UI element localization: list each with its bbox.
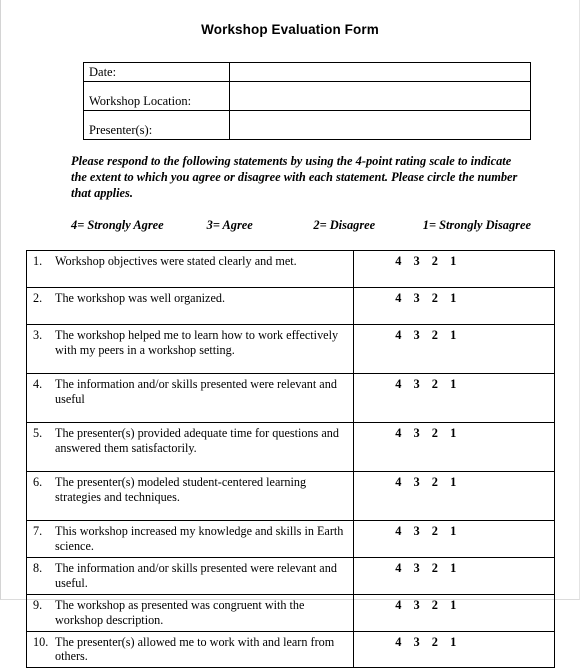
statement-cell: 7. This workshop increased my knowledge …	[26, 520, 354, 558]
statement-number: 9.	[33, 597, 43, 612]
table-row: 3. The workshop helped me to learn how t…	[26, 324, 555, 375]
statement-cell: 3. The workshop helped me to learn how t…	[26, 324, 354, 375]
table-row: 7. This workshop increased my knowledge …	[26, 520, 555, 558]
table-row: 8. The information and/or skills present…	[26, 557, 555, 595]
statement-cell: 6. The presenter(s) modeled student-cent…	[26, 471, 354, 522]
document-page: Workshop Evaluation Form Date: Workshop …	[0, 0, 580, 668]
statement-text: The presenter(s) allowed me to work with…	[55, 634, 335, 664]
statement-number: 1.	[33, 254, 43, 269]
info-label-presenters: Presenter(s):	[83, 110, 230, 140]
rating-cell[interactable]: 4 3 2 1	[353, 287, 555, 326]
statement-cell: 5. The presenter(s) provided adequate ti…	[26, 422, 354, 473]
statement-number: 6.	[33, 475, 43, 490]
table-row: Workshop Location:	[83, 81, 531, 111]
statement-text: The presenter(s) provided adequate time …	[55, 426, 339, 456]
info-field-location[interactable]	[229, 81, 531, 111]
workshop-info-table: Date: Workshop Location: Presenter(s):	[83, 62, 531, 140]
table-row: 4. The information and/or skills present…	[26, 373, 555, 424]
statement-text: The information and/or skills presented …	[55, 561, 337, 590]
statement-number: 10.	[33, 634, 49, 649]
statement-text: The workshop was well organized.	[55, 291, 226, 306]
rating-options[interactable]: 4 3 2 1	[395, 561, 513, 575]
statement-number: 3.	[33, 328, 43, 343]
statements-table: 1. Workshop objectives were stated clear…	[26, 250, 555, 668]
table-row: Date:	[83, 62, 531, 82]
rating-options[interactable]: 4 3 2 1	[395, 328, 513, 342]
info-field-date[interactable]	[229, 62, 531, 82]
rating-scale-legend: 4= Strongly Agree 3= Agree 2= Disagree 1…	[71, 218, 531, 233]
instructions-text: Please respond to the following statemen…	[71, 154, 518, 200]
statement-number: 7.	[33, 524, 43, 539]
rating-cell[interactable]: 4 3 2 1	[353, 471, 555, 522]
table-row: Presenter(s):	[83, 110, 531, 140]
rating-cell[interactable]: 4 3 2 1	[353, 324, 555, 375]
statement-text: This workshop increased my knowledge and…	[55, 524, 344, 554]
rating-options[interactable]: 4 3 2 1	[395, 291, 513, 305]
statement-cell: 8. The information and/or skills present…	[26, 557, 354, 595]
statement-cell: 2. The workshop was well organized.	[26, 287, 354, 326]
rating-cell[interactable]: 4 3 2 1	[353, 373, 555, 424]
statement-text: Workshop objectives were stated clearly …	[55, 254, 297, 269]
scale-legend-4: 4= Strongly Agree	[71, 218, 164, 233]
table-row: 2. The workshop was well organized. 4 3 …	[26, 287, 555, 326]
table-row: 6. The presenter(s) modeled student-cent…	[26, 471, 555, 522]
rating-cell[interactable]: 4 3 2 1	[353, 557, 555, 595]
rating-options[interactable]: 4 3 2 1	[395, 524, 513, 538]
statement-number: 5.	[33, 426, 43, 441]
scale-legend-2: 2= Disagree	[313, 218, 376, 233]
info-label-date: Date:	[83, 62, 230, 82]
scale-legend-1: 1= Strongly Disagree	[422, 218, 532, 233]
info-label-location: Workshop Location:	[83, 81, 230, 111]
rating-cell[interactable]: 4 3 2 1	[353, 422, 555, 473]
statement-text: The presenter(s) modeled student-centere…	[55, 475, 307, 505]
page-title: Workshop Evaluation Form	[201, 22, 379, 37]
table-row: 1. Workshop objectives were stated clear…	[26, 250, 555, 289]
statement-text: The workshop helped me to learn how to w…	[55, 328, 339, 358]
statement-cell: 1. Workshop objectives were stated clear…	[26, 250, 354, 289]
rating-cell[interactable]: 4 3 2 1	[353, 520, 555, 558]
info-field-presenters[interactable]	[229, 110, 531, 140]
rating-options[interactable]: 4 3 2 1	[395, 426, 513, 440]
statement-text: The information and/or skills presented …	[55, 377, 337, 407]
statement-number: 8.	[33, 561, 43, 575]
rating-cell[interactable]: 4 3 2 1	[353, 630, 555, 668]
table-row: 10. The presenter(s) allowed me to work …	[26, 630, 555, 668]
rating-options[interactable]: 4 3 2 1	[395, 254, 513, 268]
statement-cell: 4. The information and/or skills present…	[26, 373, 354, 424]
statement-number: 2.	[33, 291, 43, 306]
statement-cell: 10. The presenter(s) allowed me to work …	[26, 630, 354, 668]
scale-legend-3: 3= Agree	[206, 218, 253, 233]
rating-cell[interactable]: 4 3 2 1	[353, 250, 555, 289]
rating-options[interactable]: 4 3 2 1	[395, 475, 513, 489]
statement-text: The workshop as presented was congruent …	[55, 597, 305, 627]
rating-options[interactable]: 4 3 2 1	[395, 377, 513, 391]
rating-options[interactable]: 4 3 2 1	[395, 635, 513, 649]
table-row: 5. The presenter(s) provided adequate ti…	[26, 422, 555, 473]
statement-number: 4.	[33, 377, 43, 392]
